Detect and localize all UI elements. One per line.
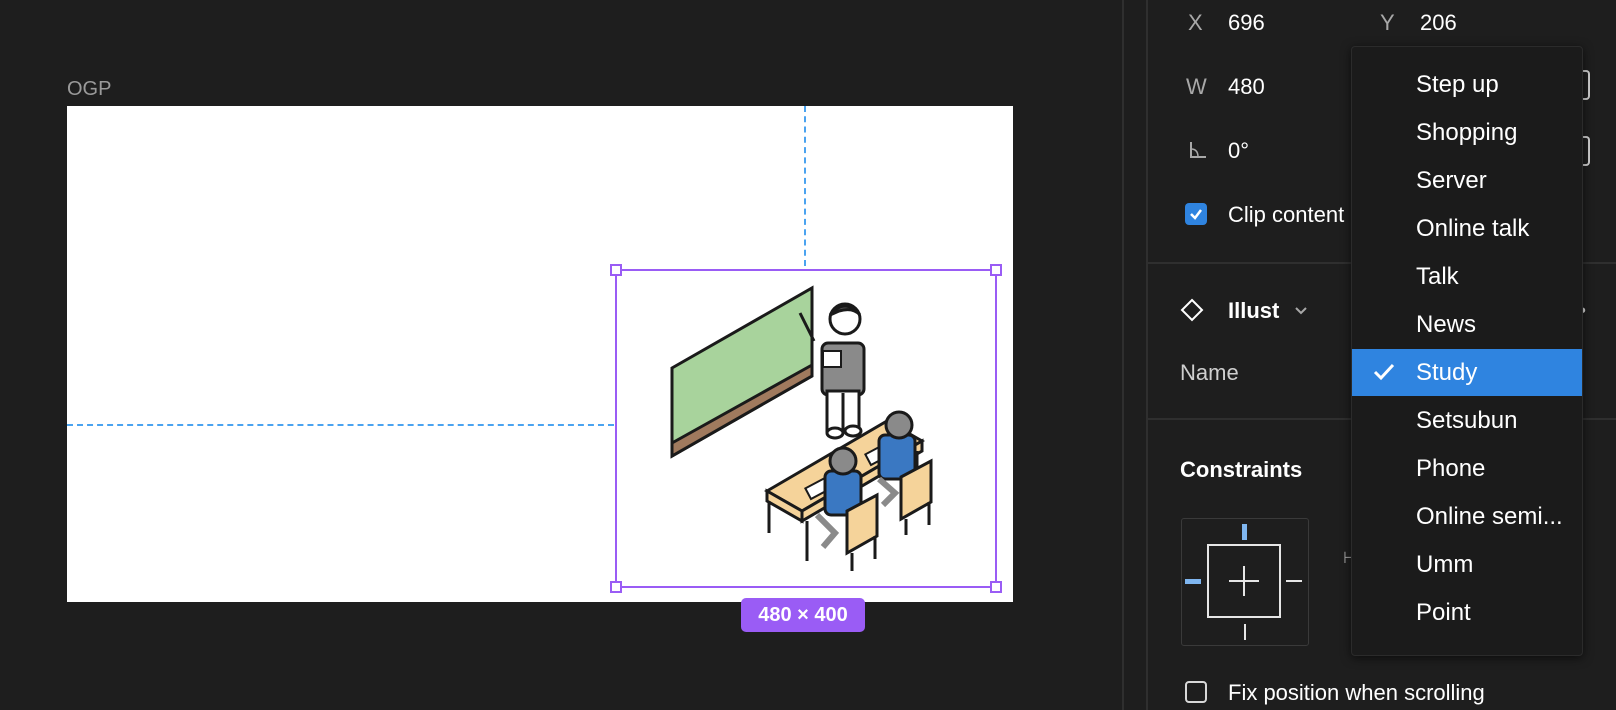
menu-item-setsubun[interactable]: Setsubun (1352, 397, 1582, 444)
menu-item-online-talk[interactable]: Online talk (1352, 205, 1582, 252)
resize-handle-top-left[interactable] (610, 264, 622, 276)
y-input[interactable]: 206 (1420, 10, 1457, 36)
fix-position-label[interactable]: Fix position when scrolling (1228, 680, 1485, 706)
fix-position-checkbox[interactable] (1185, 681, 1207, 703)
menu-item-umm[interactable]: Umm (1352, 541, 1582, 588)
design-canvas[interactable]: OGP 480 × 400 (0, 0, 1122, 710)
component-swap-dropdown: Step up Shopping Server Online talk Talk… (1351, 46, 1583, 656)
rotation-icon (1190, 142, 1206, 158)
clip-content-checkbox[interactable] (1185, 203, 1207, 225)
w-label: W (1186, 74, 1207, 99)
resize-handle-top-right[interactable] (990, 264, 1002, 276)
name-label: Name (1180, 360, 1239, 385)
check-icon (1373, 363, 1395, 381)
constraint-left-handle[interactable] (1185, 579, 1201, 584)
corner-radius-icon[interactable] (1582, 136, 1590, 166)
resize-handle-bottom-left[interactable] (610, 581, 622, 593)
menu-item-talk[interactable]: Talk (1352, 253, 1582, 300)
component-instance-icon (1180, 298, 1204, 322)
constraint-bottom-handle[interactable] (1244, 624, 1246, 640)
vertical-guide (804, 106, 806, 266)
resize-handle-bottom-right[interactable] (990, 581, 1002, 593)
menu-item-server[interactable]: Server (1352, 157, 1582, 204)
rotation-input[interactable]: 0° (1228, 138, 1249, 164)
panel-divider (1122, 0, 1124, 710)
menu-item-news[interactable]: News (1352, 301, 1582, 348)
check-icon (1190, 209, 1202, 220)
menu-item-step-up[interactable]: Step up (1352, 61, 1582, 108)
size-badge: 480 × 400 (741, 598, 865, 632)
menu-item-phone[interactable]: Phone (1352, 445, 1582, 492)
chevron-down-icon[interactable] (1294, 306, 1308, 316)
w-input[interactable]: 480 (1228, 74, 1265, 100)
menu-item-study[interactable]: Study (1352, 349, 1582, 396)
horizontal-guide (67, 424, 614, 426)
constraints-inner-box (1207, 544, 1281, 618)
selection-box[interactable] (610, 264, 1002, 593)
constraint-top-handle[interactable] (1242, 524, 1247, 540)
plus-icon (1229, 566, 1259, 596)
menu-item-shopping[interactable]: Shopping (1352, 109, 1582, 156)
clip-content-label[interactable]: Clip content (1228, 202, 1344, 228)
constrain-proportions-icon[interactable] (1582, 70, 1590, 100)
menu-item-point[interactable]: Point (1352, 589, 1582, 636)
frame-label[interactable]: OGP (67, 78, 111, 101)
constraints-title: Constraints (1180, 457, 1303, 482)
component-name[interactable]: Illust (1228, 298, 1279, 324)
x-input[interactable]: 696 (1228, 10, 1265, 36)
x-label: X (1188, 10, 1203, 35)
ogp-frame[interactable] (67, 106, 1013, 602)
y-label: Y (1380, 10, 1395, 35)
menu-item-online-seminar[interactable]: Online semi... (1352, 493, 1582, 540)
constraint-right-handle[interactable] (1286, 580, 1302, 582)
